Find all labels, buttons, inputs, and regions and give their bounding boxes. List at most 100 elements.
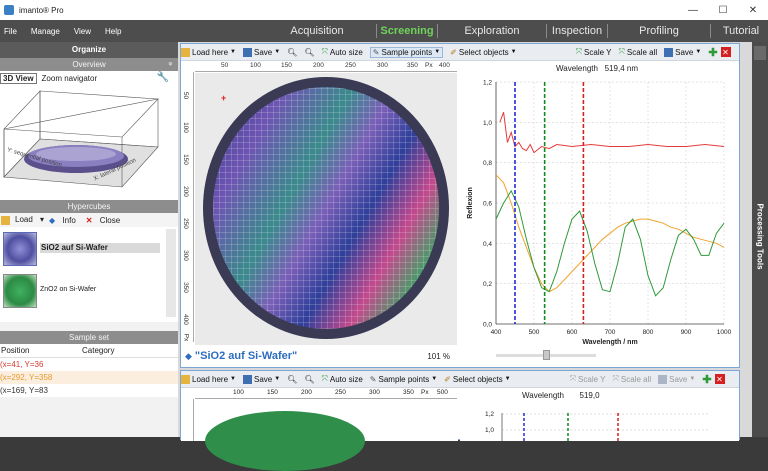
auto-size-button[interactable]: ⤧ Auto size <box>321 47 362 57</box>
menu-file[interactable]: File <box>4 27 17 36</box>
tab-zoom-navigator[interactable]: Zoom navigator <box>42 74 98 83</box>
y-tick-label: 0,2 <box>483 281 492 288</box>
overview-3d-view[interactable]: Y: sequential position X: lateral positi… <box>0 85 178 200</box>
pen-icon: ✎ <box>369 374 377 384</box>
hypercube-list: SiO2 auf Si-Wafer ZnO2 on Si-Wafer <box>0 227 178 322</box>
tab-acquisition[interactable]: Acquisition <box>258 20 376 42</box>
zoom-out-button[interactable]: 🔍︎ <box>304 375 314 384</box>
x-axis-label: Wavelength / nm <box>582 339 637 346</box>
close-icon: ✕ <box>85 215 93 225</box>
close-window-icon[interactable]: ✕ <box>714 374 725 384</box>
save-image-button[interactable]: Save ▼ <box>242 374 280 384</box>
auto-size-button[interactable]: ⤧ Auto size <box>321 374 362 384</box>
folder-icon <box>181 47 190 57</box>
zoom-out-button[interactable]: 🔍︎ <box>304 48 314 57</box>
brush-icon: ✐ <box>450 47 457 57</box>
tab-3d-view[interactable]: 3D View <box>0 72 37 84</box>
zoom-in-button[interactable]: 🔍︎ <box>287 375 297 384</box>
processing-tools-panel[interactable]: Processing Tools <box>752 42 768 437</box>
scale-y-icon: ⤧ <box>575 47 583 56</box>
folder-icon <box>1 215 10 225</box>
wrench-icon[interactable]: 🔧 <box>157 72 169 83</box>
column-category: Category <box>82 346 115 355</box>
organize-header: Organize <box>0 42 178 58</box>
pen-icon: ✎ <box>372 47 380 57</box>
y-axis-label: Reflexion <box>467 187 474 219</box>
tab-profiling[interactable]: Profiling <box>608 20 710 42</box>
sample-points-button[interactable]: ✎ Sample points ▼ <box>369 46 444 58</box>
close-hypercube-button[interactable]: ✕ Close <box>86 216 125 225</box>
folder-icon <box>181 374 190 384</box>
load-here-button[interactable]: Load here ▼ <box>181 374 236 384</box>
tab-tutorial[interactable]: Tutorial <box>711 20 768 42</box>
sample-position: (x=169, Y=83 <box>0 386 48 395</box>
add-window-icon[interactable]: ✚ <box>702 373 711 386</box>
spectrum-chart[interactable]: Wavelength 519,4 nm 0,0 0,2 0,4 0,6 0,8 1,0 1,… <box>460 62 739 367</box>
table-row[interactable]: (x=169, Y=83 <box>0 384 178 397</box>
hypercube-thumbnail <box>3 232 37 266</box>
scale-all-button[interactable]: ⤧ Scale all <box>612 374 651 384</box>
info-icon[interactable]: ◆ <box>185 351 192 362</box>
tab-screening[interactable]: Screening <box>377 20 437 42</box>
close-window-button[interactable]: ✕ <box>738 0 768 20</box>
y-tick-label: 0,4 <box>483 241 492 248</box>
scale-all-button[interactable]: ⤧ Scale all <box>618 47 657 57</box>
image-footer: ◆ "SiO2 auf Si-Wafer" 101 % <box>181 346 458 366</box>
scale-y-button[interactable]: ⤧ Scale Y <box>570 374 606 384</box>
sample-point-marker[interactable]: + <box>221 93 226 103</box>
overview-header: Overview ᵠ <box>0 58 178 71</box>
chart-slider-thumb[interactable] <box>543 350 550 360</box>
maximize-button[interactable]: ☐ <box>708 0 738 20</box>
sample-name: "SiO2 auf Si-Wafer" <box>194 350 298 362</box>
x-tick-label: 700 <box>605 329 616 336</box>
menu-view[interactable]: View <box>74 27 91 36</box>
load-here-button[interactable]: Load here ▼ <box>181 47 236 57</box>
hypercubes-toolbar: Load ▾ ◆ Info ✕ Close <box>0 213 178 227</box>
image-pane: 50 100 150 200 250 300 350 Px 400 50 100… <box>181 62 458 367</box>
hyperspectral-image[interactable]: + <box>195 73 457 345</box>
table-row[interactable]: (x=41, Y=36 <box>0 358 178 371</box>
scrollbar[interactable] <box>166 229 176 317</box>
list-item[interactable]: SiO2 auf Si-Wafer <box>0 229 165 271</box>
y-tick-label: 0,0 <box>483 322 492 329</box>
save-chart-button[interactable]: Save ▼ <box>658 374 695 384</box>
hypercubes-header: Hypercubes <box>0 200 178 213</box>
select-objects-button[interactable]: ✐ Select objects ▼ <box>444 375 510 384</box>
info-icon: ◆ <box>49 215 56 225</box>
hypercube-window-top: Load here ▼ Save ▼ 🔍︎ 🔍︎ ⤧ Auto size ✎ Sampl… <box>180 43 740 368</box>
menu-help[interactable]: Help <box>105 27 121 36</box>
save-icon <box>242 374 252 384</box>
sample-set-table: Position Category (x=41, Y=36 (x=292, Y=… <box>0 344 178 397</box>
chart-canvas <box>501 413 710 441</box>
sample-points-button[interactable]: ✎ Sample points ▼ <box>370 375 437 384</box>
scale-y-button[interactable]: ⤧ Scale Y <box>576 47 612 57</box>
list-item[interactable]: ZnO2 on Si-Wafer <box>0 271 165 313</box>
add-window-icon[interactable]: ✚ <box>708 46 717 59</box>
menu-manage[interactable]: Manage <box>31 27 60 36</box>
save-chart-button[interactable]: Save ▼ <box>664 47 701 57</box>
panel-grip[interactable] <box>754 46 766 60</box>
image-pane: 100 150 200 250 300 350 Px 500 <box>181 389 458 471</box>
load-hypercube-button[interactable]: Load ▾ <box>1 215 44 225</box>
overview-tabs: 3D View Zoom navigator 🔧 <box>0 71 178 85</box>
y-tick-label: 1,0 <box>483 120 492 127</box>
tab-exploration[interactable]: Exploration <box>438 20 546 42</box>
pin-icon[interactable]: ᵠ <box>168 58 172 71</box>
chart-canvas[interactable]: 0,0 0,2 0,4 0,6 0,8 1,0 1,2 400 500 600 700 800 900 1… <box>460 62 739 367</box>
info-button[interactable]: ◆ Info <box>49 216 81 225</box>
ruler-y <box>181 399 194 441</box>
tab-inspection[interactable]: Inspection <box>547 20 607 42</box>
spectrum-chart[interactable]: Wavelength 519,0 1,2 1,0 <box>460 389 739 441</box>
auto-size-icon: ⤧ <box>321 374 328 383</box>
x-tick-label: 1000 <box>717 329 732 336</box>
menu-bar: File Manage View Help Acquisition Screen… <box>0 20 768 42</box>
save-image-button[interactable]: Save ▼ <box>242 47 280 57</box>
close-window-icon[interactable]: ✕ <box>720 47 731 57</box>
zoom-in-button[interactable]: 🔍︎ <box>287 48 297 57</box>
x-tick-label: 400 <box>491 329 502 336</box>
minimize-button[interactable]: — <box>678 0 708 20</box>
brush-icon: ✐ <box>444 374 451 384</box>
select-objects-button[interactable]: ✐ Select objects ▼ <box>450 48 516 57</box>
sample-position: (x=292, Y=358 <box>0 373 53 382</box>
table-row[interactable]: (x=292, Y=358 <box>0 371 178 384</box>
